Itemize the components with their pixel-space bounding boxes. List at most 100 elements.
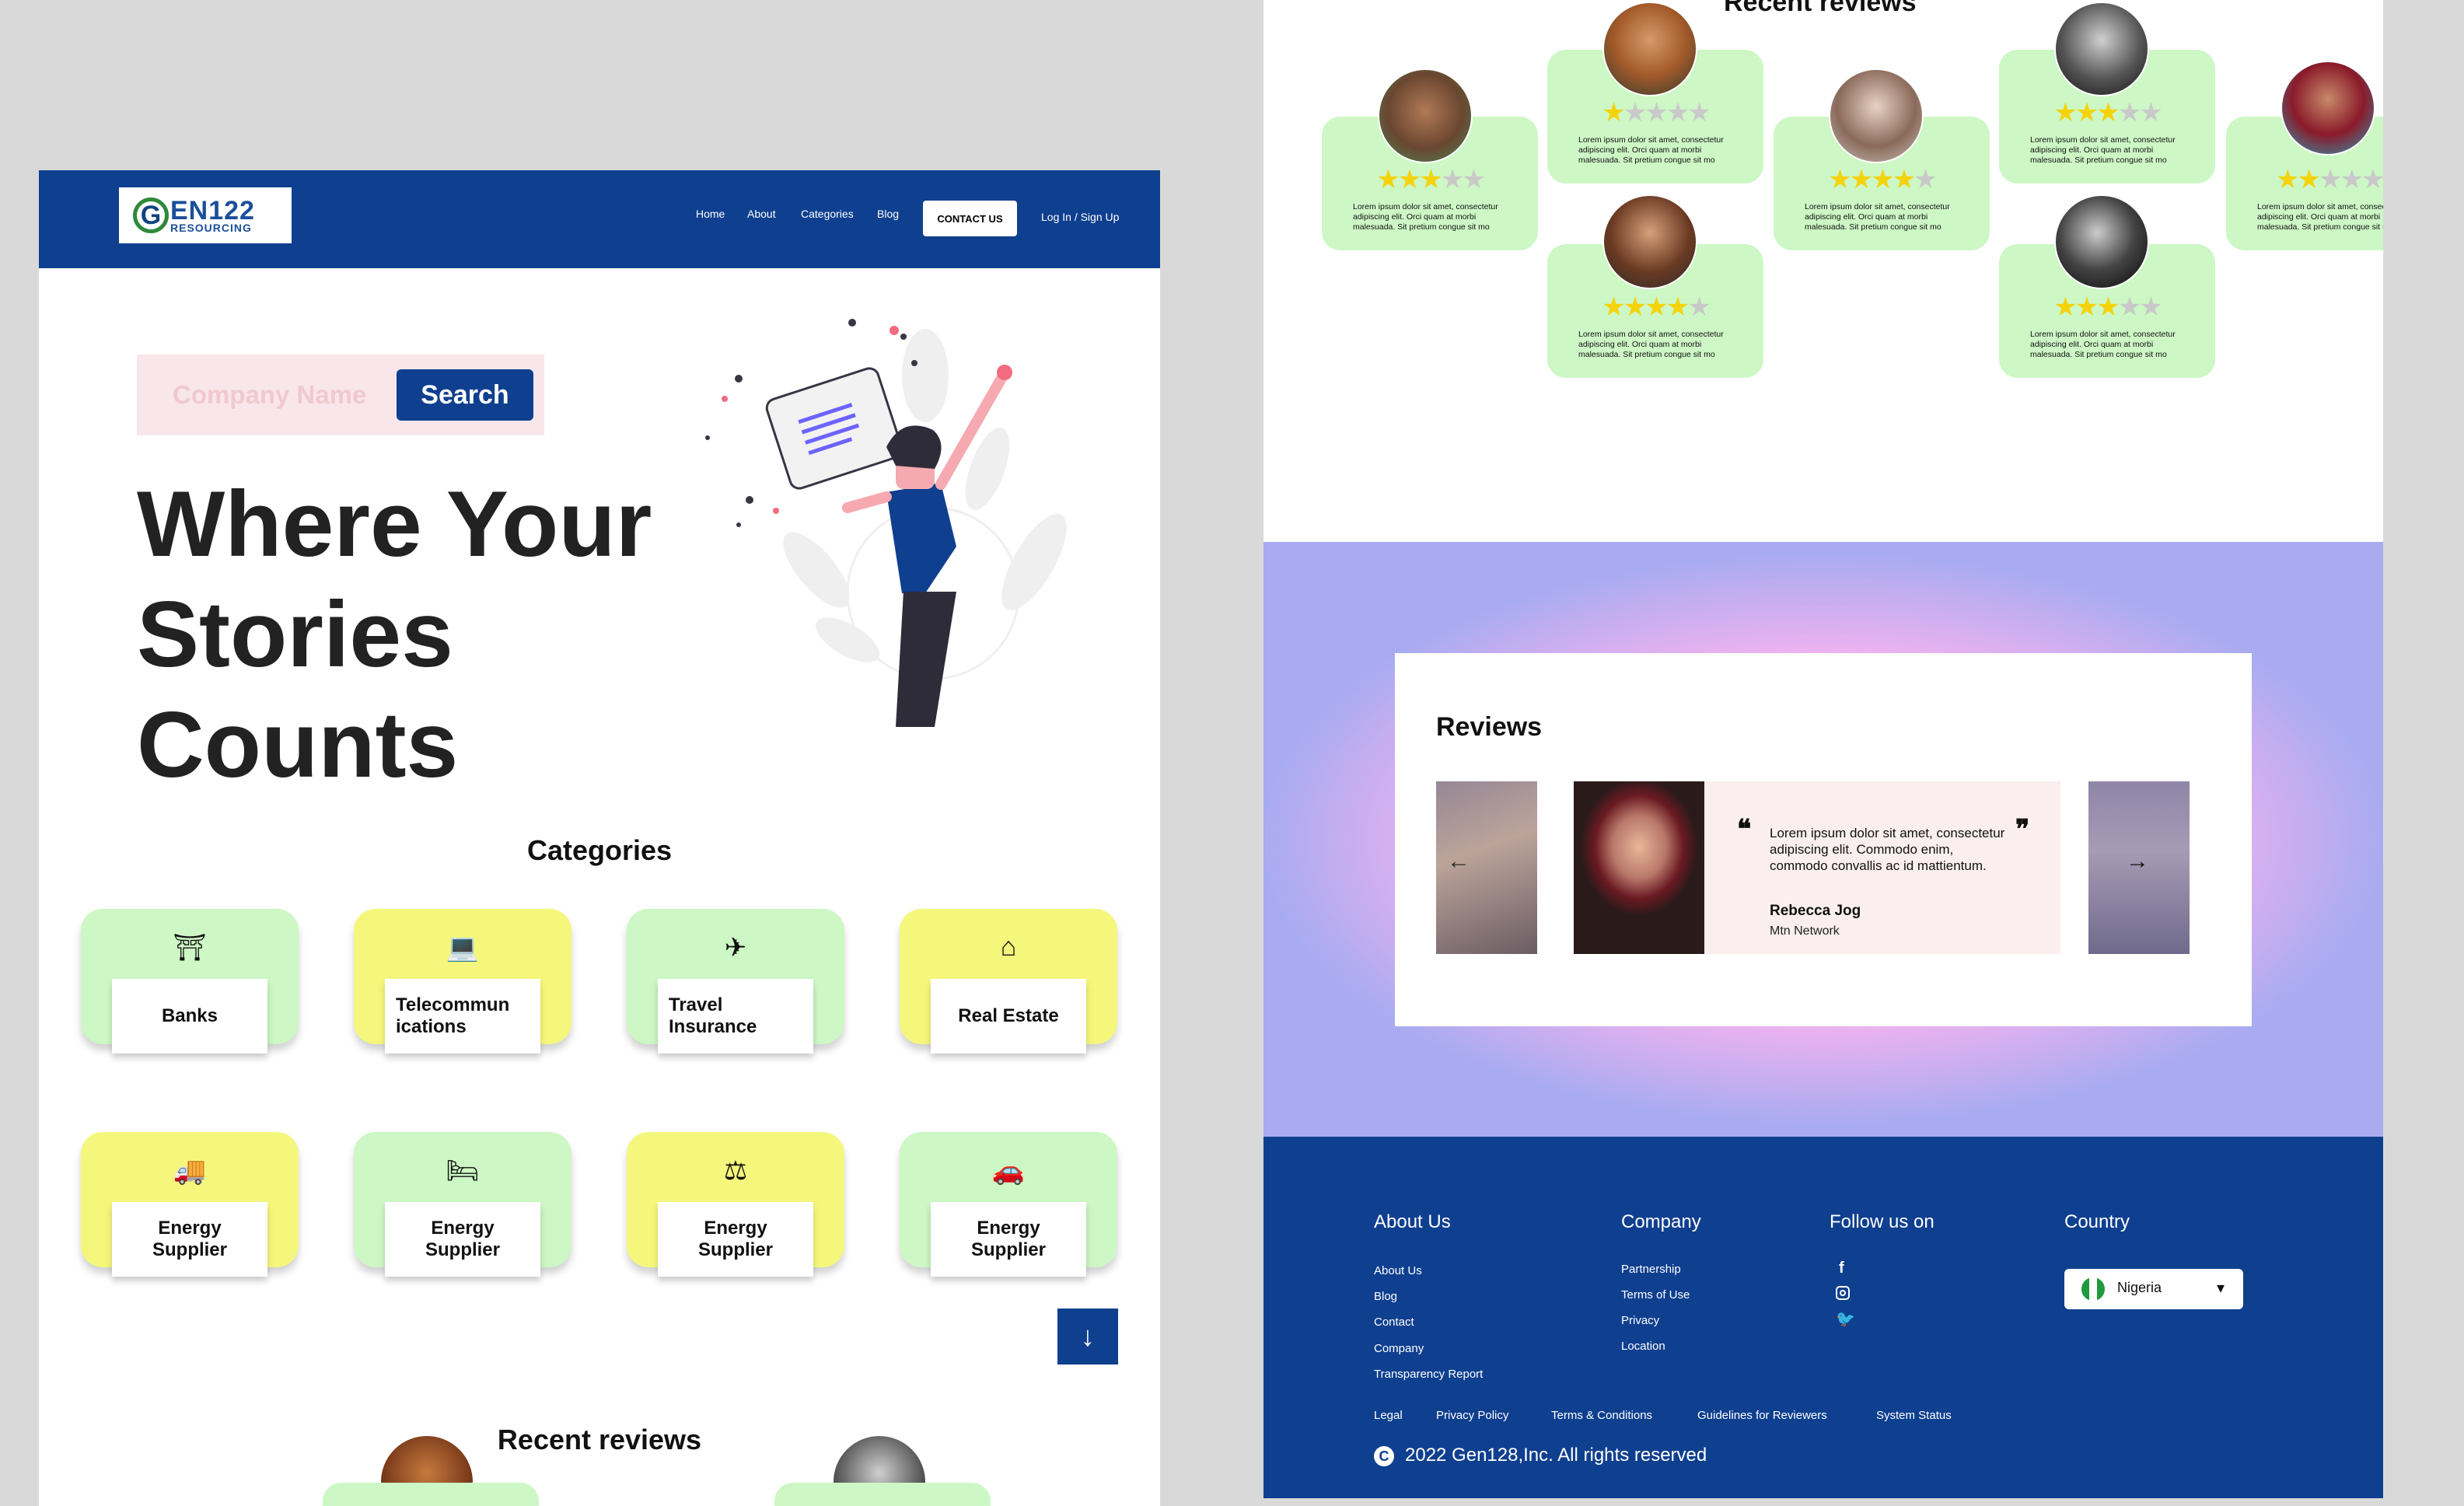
category-label: Banks xyxy=(112,979,267,1054)
footer-link-guidelines-for-reviewers[interactable]: Guidelines for Reviewers xyxy=(1697,1409,1827,1422)
review-text: Lorem ipsum dolor sit amet, consectetur … xyxy=(1353,202,1498,232)
footer-country-title: Country xyxy=(2064,1211,2130,1232)
arrow-left-icon[interactable]: ← xyxy=(1447,848,1470,875)
landing-page-left: G EN122 RESOURCING Home About Categories… xyxy=(39,170,1160,1506)
reviewer-avatar xyxy=(1378,68,1473,163)
footer-link-legal[interactable]: Legal xyxy=(1374,1409,1403,1422)
category-label: Energy Supplier xyxy=(385,1202,540,1277)
nav-link-categories[interactable]: Categories xyxy=(801,208,854,220)
category-label: Travel Insurance xyxy=(658,979,813,1054)
review-text: Lorem ipsum dolor sit amet, consectetur … xyxy=(2257,202,2383,232)
scale-icon: ⚖ xyxy=(723,1156,748,1186)
featured-review: ❝ Lorem ipsum dolor sit amet, consectetu… xyxy=(1574,781,2060,954)
star-rating: ★★★★★ xyxy=(2276,165,2383,194)
hero-line-2: Stories xyxy=(137,582,453,687)
category-card-real-estate[interactable]: ⌂ Real Estate xyxy=(900,909,1117,1054)
star-rating: ★★★★★ xyxy=(1828,165,1937,194)
category-card-energy-supplier-4[interactable]: 🚗 Energy Supplier xyxy=(900,1132,1117,1277)
copyright-icon: C xyxy=(1374,1446,1394,1466)
review-text: Lorem ipsum dolor sit amet, consectetur … xyxy=(2030,135,2176,165)
review-text: Lorem ipsum dolor sit amet, consectetur … xyxy=(1578,135,1724,165)
category-label: Telecommun ications xyxy=(385,979,540,1054)
category-card-telecommunications[interactable]: 💻 Telecommun ications xyxy=(354,909,571,1054)
reviewer-avatar xyxy=(1602,194,1697,289)
arrow-down-icon: ↓ xyxy=(1081,1320,1095,1352)
footer-link-contact[interactable]: Contact xyxy=(1374,1316,1414,1329)
reviewer-avatar xyxy=(2054,2,2149,96)
reviews-carousel-card: Reviews ← ❝ Lorem ipsum dolor sit amet, … xyxy=(1395,653,2252,1026)
company-search-input[interactable] xyxy=(137,355,393,435)
nav-link-blog[interactable]: Blog xyxy=(877,208,899,220)
contact-us-button[interactable]: CONTACT US xyxy=(923,201,1017,236)
category-card-energy-supplier-3[interactable]: ⚖ Energy Supplier xyxy=(627,1132,844,1277)
instagram-icon[interactable] xyxy=(1836,1286,1850,1300)
category-label: Energy Supplier xyxy=(658,1202,813,1277)
reviewer-avatar xyxy=(2054,194,2149,289)
star-rating: ★★★★★ xyxy=(2053,98,2162,128)
review-quote: Lorem ipsum dolor sit amet, consectetur … xyxy=(1770,826,2005,873)
reviewer-avatar xyxy=(1829,68,1924,163)
plane-icon: ✈ xyxy=(724,933,747,963)
search-button[interactable]: Search xyxy=(397,369,533,421)
selected-country: Nigeria xyxy=(2117,1280,2162,1295)
facebook-icon[interactable]: f xyxy=(1839,1260,1844,1277)
country-select[interactable]: Nigeria ▾ xyxy=(2064,1269,2243,1309)
reviewer-avatar xyxy=(1602,2,1697,96)
twitter-icon[interactable]: 🐦 xyxy=(1836,1309,1855,1329)
review-text: Lorem ipsum dolor sit amet, consectetur … xyxy=(1578,330,1724,359)
nav-link-home[interactable]: Home xyxy=(696,208,725,220)
logo[interactable]: G EN122 RESOURCING xyxy=(119,187,292,243)
footer-link-privacy[interactable]: Privacy xyxy=(1621,1314,1659,1327)
footer-link-privacy-policy[interactable]: Privacy Policy xyxy=(1436,1409,1508,1422)
house-icon: ⌂ xyxy=(1000,932,1017,962)
footer-link-blog[interactable]: Blog xyxy=(1374,1290,1397,1303)
star-rating: ★★★★★ xyxy=(2053,292,2162,322)
hero-line-3: Counts xyxy=(137,693,459,797)
hero-line-1: Where Your xyxy=(137,472,652,576)
recent-reviews-title: Recent reviews xyxy=(497,1424,702,1455)
chevron-down-icon: ▾ xyxy=(2217,1280,2225,1297)
footer-link-about-us[interactable]: About Us xyxy=(1374,1264,1422,1277)
laptop-icon: 💻 xyxy=(446,933,480,963)
truck-icon: 🚚 xyxy=(173,1156,207,1186)
next-reviewer-photo[interactable]: → xyxy=(2088,781,2190,954)
recent-reviews-title: Recent reviews xyxy=(1724,0,1917,17)
category-card-travel-insurance[interactable]: ✈ Travel Insurance xyxy=(627,909,844,1054)
footer-link-system-status[interactable]: System Status xyxy=(1876,1409,1952,1422)
footer-link-terms-conditions[interactable]: Terms & Conditions xyxy=(1551,1409,1652,1422)
category-card-energy-supplier-1[interactable]: 🚚 Energy Supplier xyxy=(81,1132,299,1277)
footer-link-location[interactable]: Location xyxy=(1621,1340,1665,1353)
star-rating: ★★★★★ xyxy=(1602,98,1711,128)
featured-reviewer-photo xyxy=(1574,781,1704,954)
star-rating: ★★★★★ xyxy=(1602,292,1711,322)
categories-title: Categories xyxy=(526,834,673,866)
reviewer-avatar xyxy=(2281,61,2375,155)
category-card-banks[interactable]: ⛩ Banks xyxy=(81,909,299,1054)
footer: About Us About Us Blog Contact Company T… xyxy=(1263,1137,2383,1498)
login-signup-link[interactable]: Log In / Sign Up xyxy=(1041,211,1119,223)
logo-wordmark: EN122 xyxy=(170,196,255,225)
footer-link-terms-of-use[interactable]: Terms of Use xyxy=(1621,1288,1690,1302)
hero-headline: Where Your Stories Counts xyxy=(137,469,681,800)
hero-illustration xyxy=(705,319,1067,727)
footer-link-transparency-report[interactable]: Transparency Report xyxy=(1374,1368,1483,1381)
star-rating: ★★★★★ xyxy=(1376,165,1485,194)
reviews-title: Reviews xyxy=(1436,712,1543,742)
logo-mark: G xyxy=(133,197,169,233)
footer-link-company[interactable]: Company xyxy=(1374,1342,1424,1355)
landing-page-right: Recent reviews ★★★★★ Lorem ipsum dolor s… xyxy=(1263,0,2383,1498)
review-text: Lorem ipsum dolor sit amet, consectetur … xyxy=(2030,330,2176,359)
close-quote-icon: ❞ xyxy=(2015,815,2030,844)
category-label: Energy Supplier xyxy=(112,1202,267,1277)
open-quote-icon: ❝ xyxy=(1737,815,1752,844)
arrow-right-icon[interactable]: → xyxy=(2126,848,2149,875)
nigeria-flag-icon xyxy=(2081,1277,2105,1301)
previous-reviewer-photo[interactable]: ← xyxy=(1436,781,1537,954)
bank-icon: ⛩ xyxy=(173,933,207,963)
nav-link-about[interactable]: About xyxy=(747,208,776,220)
reviewer-company: Mtn Network xyxy=(1770,924,1840,938)
car-icon: 🚗 xyxy=(991,1156,1026,1186)
category-card-energy-supplier-2[interactable]: 🛏 Energy Supplier xyxy=(354,1132,571,1277)
footer-link-partnership[interactable]: Partnership xyxy=(1621,1263,1681,1276)
scroll-down-button[interactable]: ↓ xyxy=(1057,1309,1118,1364)
